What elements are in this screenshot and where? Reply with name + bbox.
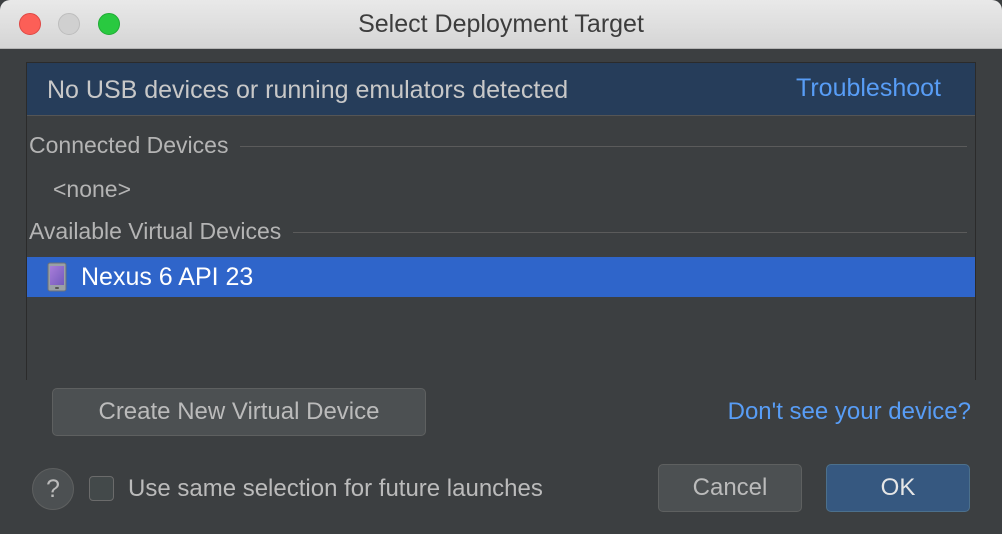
device-list[interactable]: Connected Devices <none> Available Virtu… [27, 115, 975, 380]
ok-button[interactable]: OK [826, 464, 970, 512]
connected-devices-header: Connected Devices [29, 132, 967, 159]
dont-see-device-link[interactable]: Don't see your device? [728, 398, 971, 426]
device-panel: No USB devices or running emulators dete… [26, 62, 976, 380]
same-selection-checkbox[interactable] [89, 476, 114, 501]
window-title: Select Deployment Target [358, 10, 644, 38]
no-devices-banner: No USB devices or running emulators dete… [27, 63, 975, 115]
connected-devices-label: Connected Devices [29, 132, 229, 158]
help-icon[interactable]: ? [32, 468, 74, 510]
same-selection-label[interactable]: Use same selection for future launches [128, 475, 543, 503]
phone-icon [47, 262, 67, 292]
virtual-device-name: Nexus 6 API 23 [81, 263, 254, 291]
deployment-dialog: Select Deployment Target No USB devices … [0, 0, 1002, 534]
no-connected-devices: <none> [53, 176, 132, 202]
banner-message: No USB devices or running emulators dete… [47, 76, 569, 104]
section-divider [240, 146, 967, 147]
title-bar: Select Deployment Target [0, 0, 1002, 49]
section-divider [293, 232, 967, 233]
troubleshoot-link[interactable]: Troubleshoot [796, 74, 941, 103]
create-virtual-device-button[interactable]: Create New Virtual Device [52, 388, 426, 436]
virtual-device-row[interactable]: Nexus 6 API 23 [27, 257, 975, 297]
virtual-devices-label: Available Virtual Devices [29, 218, 282, 244]
cancel-button[interactable]: Cancel [658, 464, 802, 512]
virtual-devices-header: Available Virtual Devices [29, 218, 967, 245]
